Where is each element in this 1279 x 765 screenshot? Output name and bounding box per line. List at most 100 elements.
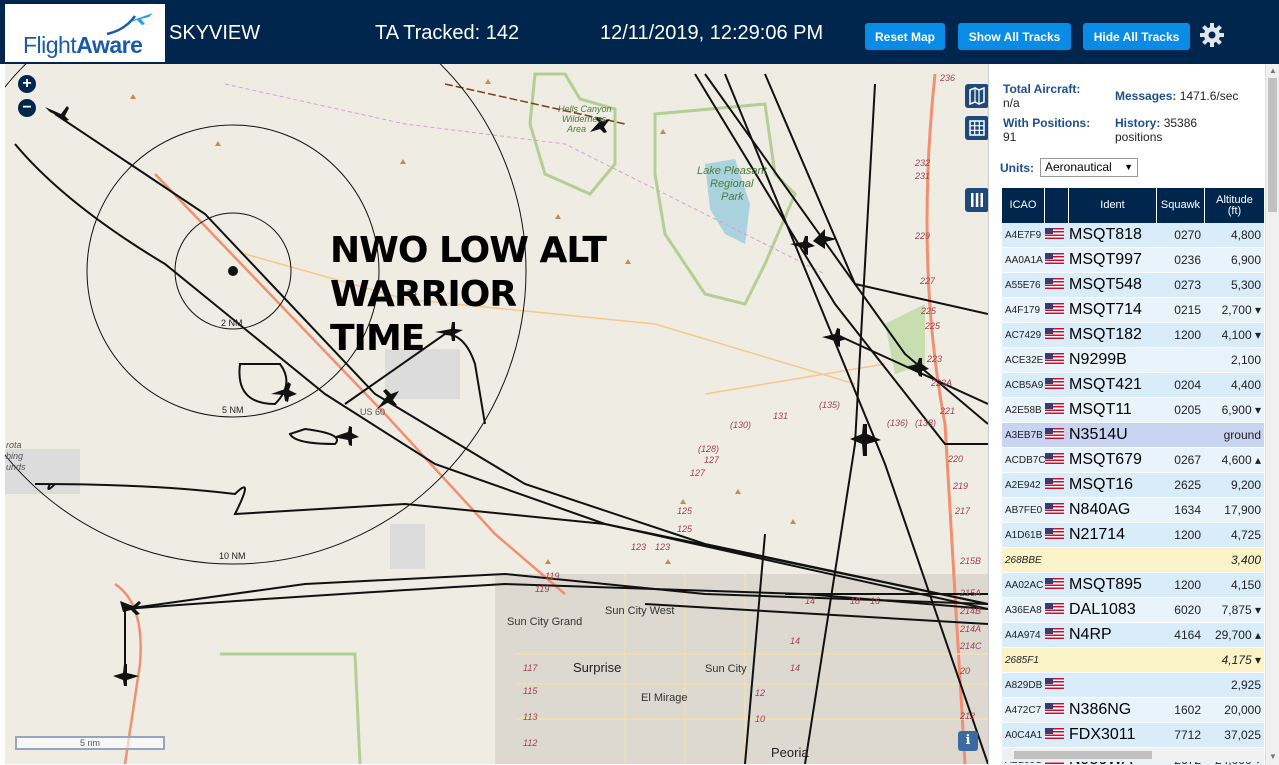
row-icao: A2E58B [1005, 404, 1042, 416]
show-all-tracks-button[interactable]: Show All Tracks [958, 23, 1071, 50]
svg-text:10 NM: 10 NM [219, 551, 246, 561]
row-altitude: 2,700 ▾ [1221, 303, 1261, 317]
map-view[interactable]: Hells Canyon Wilderness Area Lake Pleasa… [5, 64, 988, 764]
table-row[interactable]: AA02AC MSQT895 1200 4,150 [1002, 573, 1264, 598]
table-horizontal-scrollbar[interactable] [1002, 748, 1264, 762]
svg-text:Peoria: Peoria [771, 745, 809, 760]
table-row[interactable]: A472C7 N386NG 1602 20,000 [1002, 698, 1264, 723]
zoom-out-button[interactable]: − [18, 99, 36, 117]
row-ident: MSQT714 [1069, 301, 1142, 318]
table-row[interactable]: ACDB7C MSQT679 0267 4,600 ▴ [1002, 448, 1264, 473]
row-altitude: 4,800 [1230, 228, 1261, 242]
svg-text:115: 115 [523, 686, 538, 696]
row-squawk: 0205 [1174, 403, 1201, 417]
row-altitude: 4,150 [1230, 578, 1261, 592]
us-flag-icon [1045, 353, 1064, 364]
row-ident: MSQT895 [1069, 576, 1142, 593]
row-icao: AC7429 [1005, 329, 1042, 341]
reset-map-button[interactable]: Reset Map [865, 23, 945, 50]
row-altitude: 29,700 ▴ [1214, 628, 1261, 642]
row-icao: A0C4A1 [1005, 729, 1043, 741]
svg-text:225: 225 [920, 306, 937, 316]
history-stat: History: 35386 positions [1115, 116, 1198, 144]
column-icao[interactable]: ICAO [1002, 188, 1045, 223]
table-row[interactable]: A3EB7B N3514U ground [1002, 423, 1264, 448]
svg-text:212: 212 [959, 711, 975, 721]
svg-text:Sun City Grand: Sun City Grand [507, 616, 582, 628]
column-ident[interactable]: Ident [1069, 188, 1157, 223]
table-row[interactable]: ACB5A9 MSQT421 0204 4,400 [1002, 373, 1264, 398]
column-flag[interactable] [1045, 188, 1069, 223]
us-flag-icon [1045, 603, 1064, 614]
table-row[interactable]: ACE32E N9299B 2,100 [1002, 348, 1264, 373]
row-icao: A4F179 [1005, 304, 1041, 316]
row-ident: MSQT182 [1069, 326, 1142, 343]
svg-text:215A: 215A [959, 588, 981, 598]
column-squawk[interactable]: Squawk [1157, 188, 1205, 223]
table-row[interactable]: AA0A1A MSQT997 0236 6,900 [1002, 248, 1264, 273]
table-row[interactable]: A0C4A1 FDX3011 7712 37,025 [1002, 723, 1264, 748]
row-icao: AA02AC [1005, 579, 1044, 591]
row-altitude: 6,900 [1230, 253, 1261, 267]
table-row[interactable]: A2E942 MSQT16 2625 9,200 [1002, 473, 1264, 498]
row-flag [1045, 376, 1069, 394]
table-row[interactable]: A1D61B N21714 1200 4,725 [1002, 523, 1264, 548]
row-squawk: 2625 [1174, 478, 1201, 492]
svg-text:225: 225 [924, 321, 941, 331]
row-ident: MSQT421 [1069, 376, 1142, 393]
row-altitude: 20,000 [1224, 703, 1261, 717]
zoom-in-button[interactable]: + [18, 75, 36, 93]
table-row[interactable]: AC7429 MSQT182 1200 4,100 ▾ [1002, 323, 1264, 348]
svg-text:221: 221 [939, 406, 955, 416]
table-row[interactable]: 268BBE 3,400 [1002, 548, 1264, 573]
us-flag-icon [1045, 703, 1064, 714]
table-row[interactable]: A4F179 MSQT714 0215 2,700 ▾ [1002, 298, 1264, 323]
table-row[interactable]: A4E7F9 MSQT818 0270 4,800 [1002, 223, 1264, 248]
row-icao: ACE32E [1005, 354, 1044, 366]
row-icao: A3EB7B [1005, 429, 1043, 441]
row-icao: A829DB [1005, 679, 1043, 691]
us-flag-icon [1045, 628, 1064, 639]
row-squawk: 1634 [1174, 503, 1201, 517]
svg-text:Regional: Regional [710, 178, 754, 190]
units-select[interactable]: Aeronautical ▼ [1040, 158, 1138, 177]
svg-text:214B: 214B [959, 606, 981, 616]
columns-toggle-button[interactable] [965, 188, 988, 212]
table-row[interactable]: A36EA8 DAL1083 6020 7,875 ▾ [1002, 598, 1264, 623]
row-altitude: 4,400 [1230, 378, 1261, 392]
map-layer-button[interactable] [965, 84, 988, 108]
row-altitude: 4,725 [1230, 528, 1261, 542]
row-squawk: 1200 [1174, 528, 1201, 542]
table-row[interactable]: A55E76 MSQT548 0273 5,300 [1002, 273, 1264, 298]
scrollbar-thumb[interactable] [1268, 78, 1277, 212]
aircraft-table: ICAO Ident Squawk Altitude (ft) A4E7F9 MSQ… [1002, 188, 1264, 765]
aircraft-sidebar: Total Aircraft: n/a With Positions: 91 M… [988, 64, 1279, 765]
map-canvas[interactable]: Hells Canyon Wilderness Area Lake Pleasa… [5, 64, 988, 764]
table-row[interactable]: A4A974 N4RP 4164 29,700 ▴ [1002, 623, 1264, 648]
svg-text:(136): (136) [887, 418, 908, 428]
table-row[interactable]: AB7FE0 N840AG 1634 17,900 [1002, 498, 1264, 523]
svg-text:14: 14 [790, 663, 800, 673]
sidebar-scrollbar[interactable]: ▲ ▼ [1265, 64, 1279, 765]
grid-button[interactable] [965, 116, 988, 140]
row-ident: N386NG [1069, 701, 1132, 718]
row-flag [1045, 276, 1069, 294]
gear-icon[interactable] [1199, 22, 1225, 48]
row-ident: MSQT679 [1069, 451, 1142, 468]
flightaware-logo[interactable]: FlightAware [5, 4, 165, 62]
column-altitude[interactable]: Altitude (ft) [1205, 188, 1264, 223]
table-row[interactable]: 2685F1 4,175 ▾ [1002, 648, 1264, 673]
scrollbar-thumb[interactable] [1014, 751, 1152, 759]
gray-block [390, 524, 425, 569]
table-row[interactable]: A2E58B MSQT11 0205 6,900 ▾ [1002, 398, 1264, 423]
info-button[interactable]: i [958, 731, 978, 751]
us-flag-icon [1045, 253, 1064, 264]
hide-all-tracks-button[interactable]: Hide All Tracks [1083, 23, 1190, 50]
row-flag [1045, 301, 1069, 319]
row-icao: AB7FE0 [1005, 504, 1043, 516]
site-marker [228, 266, 238, 276]
svg-text:127: 127 [704, 455, 720, 465]
table-row[interactable]: A829DB 2,925 [1002, 673, 1264, 698]
svg-text:123: 123 [655, 542, 670, 552]
row-icao: A55E76 [1005, 279, 1041, 291]
